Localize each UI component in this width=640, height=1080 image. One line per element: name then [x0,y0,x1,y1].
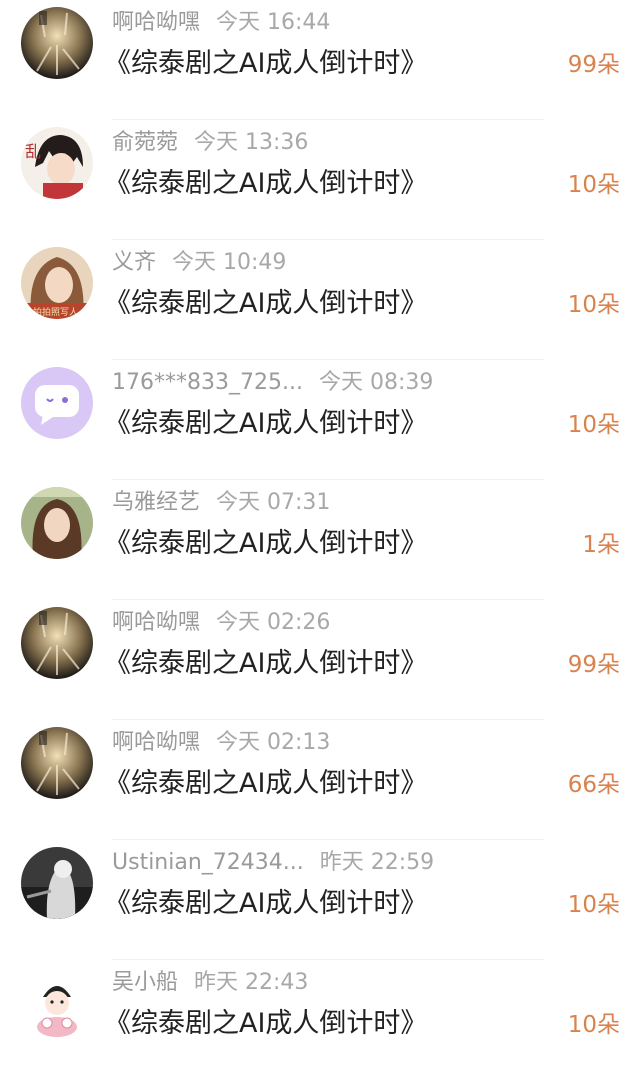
avatar-dark-icon[interactable] [21,727,93,799]
book-title: 《综泰剧之AI成人倒计时》 [104,528,428,559]
record-meta: 乌雅经艺 今天 07:31 [112,488,330,518]
avatar-girl-outdoor-icon[interactable] [21,487,93,559]
gift-count: 99朵 [567,652,620,678]
book-title: 《综泰剧之AI成人倒计时》 [104,768,428,799]
book-title: 《综泰剧之AI成人倒计时》 [104,168,428,199]
gift-count: 10朵 [567,292,620,318]
timestamp: 今天 10:49 [172,250,287,275]
list-item[interactable]: 乌雅经艺 今天 07:31 《综泰剧之AI成人倒计时》 1朵 [0,480,640,600]
timestamp: 今天 02:26 [216,610,331,635]
avatar-grayscale-icon[interactable] [21,847,93,919]
gift-record-list: 啊哈呦嘿 今天 16:44 《综泰剧之AI成人倒计时》 99朵 乱 俞菀菀 今天 1… [0,0,640,1062]
book-title: 《综泰剧之AI成人倒计时》 [104,288,428,319]
record-meta: 啊哈呦嘿 今天 02:26 [112,608,330,638]
list-item[interactable]: 啊哈呦嘿 今天 02:13 《综泰剧之AI成人倒计时》 66朵 [0,720,640,840]
gift-count: 10朵 [567,1012,620,1038]
timestamp: 今天 08:39 [318,370,434,395]
avatar-default-chat-icon[interactable] [21,367,93,439]
gift-count: 10朵 [567,412,620,438]
record-meta: 义齐 今天 10:49 [112,248,286,278]
record-meta: 俞菀菀 今天 13:36 [112,128,308,158]
list-item[interactable]: 啊哈呦嘿 今天 02:26 《综泰剧之AI成人倒计时》 99朵 [0,600,640,720]
username: 俞菀菀 [112,130,179,155]
timestamp: 今天 02:13 [216,730,331,755]
avatar-dark-icon[interactable] [21,607,93,679]
username: Ustinian_72434... [112,850,304,875]
record-meta: 啊哈呦嘿 今天 02:13 [112,728,330,758]
avatar-girl-brown-hair-icon[interactable]: 拍拍照写人 [21,247,93,319]
gift-count: 10朵 [567,172,620,198]
book-title: 《综泰剧之AI成人倒计时》 [104,48,428,79]
record-meta: 176***833_725... 今天 08:39 [112,368,433,398]
gift-count: 10朵 [567,892,620,918]
book-title: 《综泰剧之AI成人倒计时》 [104,408,428,439]
record-meta: 啊哈呦嘿 今天 16:44 [112,8,330,38]
username: 啊哈呦嘿 [112,10,201,35]
list-item[interactable]: 吴小船 昨天 22:43 《综泰剧之AI成人倒计时》 10朵 [0,960,640,1080]
gift-count: 66朵 [567,772,620,798]
svg-text:拍拍照写人: 拍拍照写人 [33,306,78,318]
gift-count: 1朵 [582,532,620,558]
username: 176***833_725... [112,370,303,395]
book-title: 《综泰剧之AI成人倒计时》 [104,888,428,919]
username: 吴小船 [112,970,179,995]
list-item[interactable]: 拍拍照写人 义齐 今天 10:49 《综泰剧之AI成人倒计时》 10朵 [0,240,640,360]
list-item[interactable]: 176***833_725... 今天 08:39 《综泰剧之AI成人倒计时》 1… [0,360,640,480]
list-item[interactable]: 啊哈呦嘿 今天 16:44 《综泰剧之AI成人倒计时》 99朵 [0,0,640,120]
list-item[interactable]: Ustinian_72434... 昨天 22:59 《综泰剧之AI成人倒计时》 … [0,840,640,960]
username: 义齐 [112,250,157,275]
svg-text:乱: 乱 [25,142,41,161]
book-title: 《综泰剧之AI成人倒计时》 [104,1008,428,1039]
avatar-cartoon-icon[interactable] [21,967,93,1039]
book-title: 《综泰剧之AI成人倒计时》 [104,648,428,679]
timestamp: 昨天 22:43 [194,970,309,995]
record-meta: Ustinian_72434... 昨天 22:59 [112,848,434,878]
record-meta: 吴小船 昨天 22:43 [112,968,308,998]
gift-count: 99朵 [567,52,620,78]
avatar-dark-icon[interactable] [21,7,93,79]
list-item[interactable]: 乱 俞菀菀 今天 13:36 《综泰剧之AI成人倒计时》 10朵 [0,120,640,240]
timestamp: 今天 13:36 [194,130,309,155]
timestamp: 今天 16:44 [216,10,331,35]
username: 乌雅经艺 [112,490,201,515]
username: 啊哈呦嘿 [112,610,201,635]
username: 啊哈呦嘿 [112,730,201,755]
avatar-anime-boy-icon[interactable]: 乱 [21,127,93,199]
timestamp: 昨天 22:59 [319,850,435,875]
timestamp: 今天 07:31 [216,490,331,515]
